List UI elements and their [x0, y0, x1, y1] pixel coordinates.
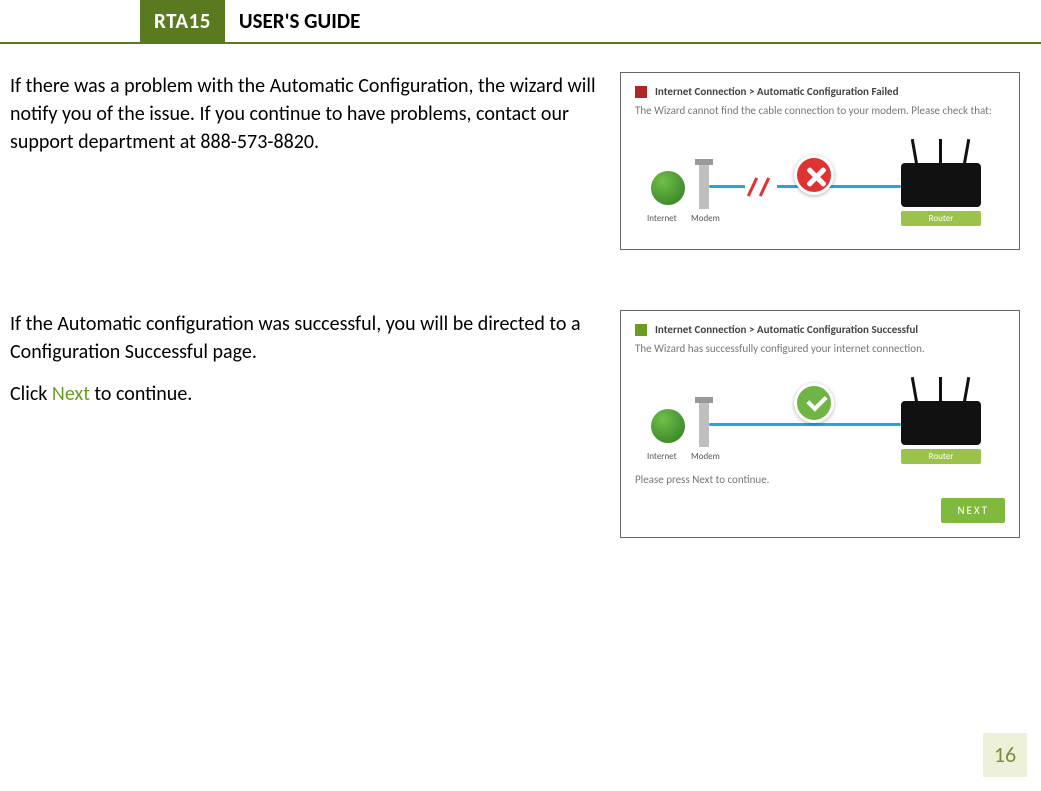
page-header: RTA15 USER'S GUIDE: [0, 0, 1041, 44]
status-square-green: [635, 324, 647, 336]
globe-icon: [651, 409, 685, 443]
status-square-red: [635, 86, 647, 98]
section-failed-body: If there was a problem with the Automati…: [10, 72, 602, 156]
success-check-icon: [794, 383, 834, 423]
globe-icon: [651, 171, 685, 205]
header-product-tag: RTA15: [140, 0, 225, 42]
page-content: If there was a problem with the Automati…: [0, 72, 1041, 538]
section-success-body1: If the Automatic configuration was succe…: [10, 310, 602, 366]
router-label: Router: [901, 449, 981, 464]
modem-label: Modem: [691, 451, 720, 462]
router-icon: [901, 163, 981, 207]
section-failed: If there was a problem with the Automati…: [10, 72, 1021, 250]
header-title: USER'S GUIDE: [225, 0, 360, 42]
panel-failed-subtitle: The Wizard cannot find the cable connect…: [635, 104, 1005, 117]
body2-post: to continue.: [90, 382, 192, 406]
screenshot-success: Internet Connection > Automatic Configur…: [620, 310, 1020, 538]
cable-line: [709, 423, 901, 426]
next-button[interactable]: NEXT: [941, 498, 1005, 523]
router-label: Router: [901, 211, 981, 226]
section-success: If the Automatic configuration was succe…: [10, 310, 1021, 538]
panel-success-subtitle: The Wizard has successfully configured y…: [635, 342, 1005, 355]
screenshot-failed: Internet Connection > Automatic Configur…: [620, 72, 1020, 250]
internet-label: Internet: [647, 451, 677, 462]
diagram-success: Router Internet Modem: [639, 373, 1001, 463]
panel-failed-header: Internet Connection > Automatic Configur…: [635, 85, 1005, 98]
internet-label: Internet: [647, 213, 677, 224]
router-icon: [901, 401, 981, 445]
modem-icon: [699, 165, 709, 209]
section-success-body2: Click Next to continue.: [10, 380, 602, 408]
modem-icon: [699, 403, 709, 447]
error-x-icon: [794, 155, 834, 195]
page-number: 16: [983, 733, 1027, 777]
panel-success-footer: Please press Next to continue.: [635, 473, 1005, 486]
panel-success-header: Internet Connection > Automatic Configur…: [635, 323, 1005, 336]
body2-pre: Click: [10, 382, 52, 406]
section-failed-text: If there was a problem with the Automati…: [10, 72, 620, 170]
panel-success-title: Internet Connection > Automatic Configur…: [655, 323, 918, 336]
modem-label: Modem: [691, 213, 720, 224]
diagram-failed: Router Internet Modem: [639, 135, 1001, 225]
section-success-text: If the Automatic configuration was succe…: [10, 310, 620, 422]
panel-failed-title: Internet Connection > Automatic Configur…: [655, 85, 898, 98]
next-link-text: Next: [52, 382, 90, 406]
